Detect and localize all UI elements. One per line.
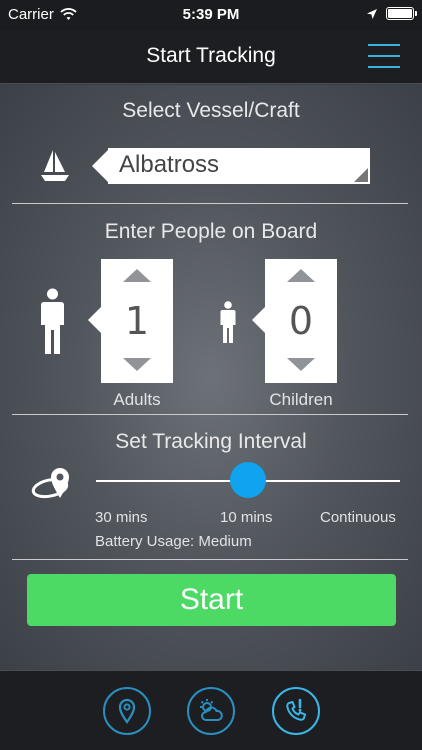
divider — [12, 203, 408, 204]
tab-emergency[interactable] — [272, 687, 320, 735]
children-decrement-icon[interactable] — [287, 358, 315, 371]
vessel-select[interactable]: Albatross — [92, 148, 370, 184]
people-section-title: Enter People on Board — [104, 220, 318, 243]
adults-label: Adults — [113, 390, 161, 409]
children-increment-icon[interactable] — [287, 269, 315, 282]
divider — [12, 559, 408, 560]
children-value: 0 — [288, 299, 314, 343]
tab-location[interactable] — [103, 687, 151, 735]
emergency-phone-icon — [286, 698, 307, 721]
interval-slider-thumb[interactable] — [230, 462, 266, 498]
start-button[interactable]: Start — [27, 574, 396, 626]
status-time: 5:39 PM — [182, 6, 240, 23]
dropdown-corner-icon — [354, 168, 368, 182]
page-title: Start Tracking — [146, 44, 276, 67]
location-pin-icon — [118, 698, 136, 724]
status-bar: Carrier 5:39 PM — [0, 0, 422, 30]
adults-decrement-icon[interactable] — [123, 358, 151, 371]
interval-option-continuous: Continuous — [320, 509, 396, 526]
battery-icon — [386, 7, 417, 20]
status-right — [366, 7, 417, 20]
weather-icon — [200, 699, 223, 721]
adults-increment-icon[interactable] — [123, 269, 151, 282]
tracking-form: Select Vessel/Craft Albatross Enter Peop… — [0, 85, 422, 670]
adults-stepper[interactable]: 1 — [88, 259, 173, 383]
interval-option-10-mins: 10 mins — [220, 509, 273, 526]
adult-person-icon — [41, 288, 64, 354]
location-arrow-icon — [367, 8, 377, 19]
children-label: Children — [269, 390, 333, 409]
tab-bar — [0, 670, 422, 750]
hamburger-menu-icon[interactable] — [368, 42, 402, 70]
vessel-select-value: Albatross — [119, 151, 220, 178]
location-orbit-icon — [31, 468, 69, 499]
children-stepper[interactable]: 0 — [252, 259, 337, 383]
nav-bar: Start Tracking — [0, 30, 422, 84]
tracking-section-title: Set Tracking Interval — [115, 430, 307, 453]
battery-usage-text: Battery Usage: Medium — [95, 533, 252, 550]
adults-value: 1 — [124, 299, 150, 343]
child-person-icon — [220, 301, 236, 343]
interval-option-30-mins: 30 mins — [95, 509, 148, 526]
vessel-section-title: Select Vessel/Craft — [122, 99, 300, 122]
divider — [12, 414, 408, 415]
tab-weather[interactable] — [187, 687, 235, 735]
sailboat-icon — [41, 150, 69, 181]
